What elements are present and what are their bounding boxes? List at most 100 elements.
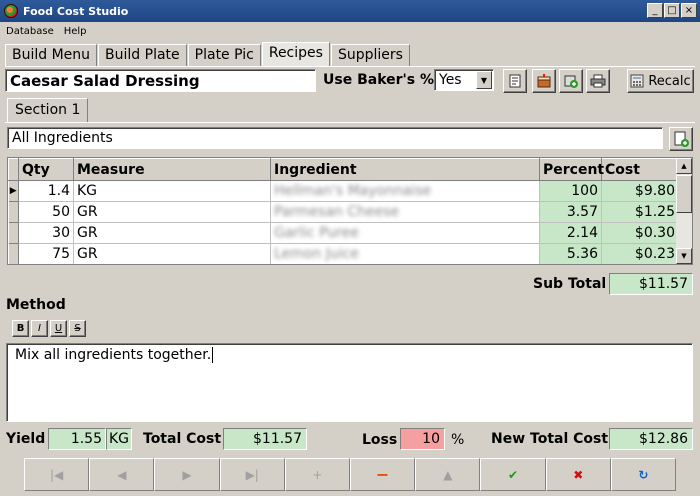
main-tabs: Build Menu Build Plate Plate Pic Recipes… [5,42,411,66]
app-logo-icon [4,4,18,18]
recipe-name-field[interactable]: Caesar Salad Dressing [5,69,316,92]
edit-record-button[interactable]: ▲ [415,458,481,491]
chevron-down-icon[interactable]: ▼ [476,71,492,89]
cost-cell[interactable]: $1.25 [601,201,679,223]
delete-record-button[interactable]: − [350,458,416,491]
prior-record-button[interactable]: ◀ [89,458,155,491]
ingredient-cell[interactable]: Hellman's Mayonnaise [270,180,540,202]
recalc-label: Recalc [648,73,691,89]
record-navigator: |◀ ◀ ▶ ▶| + − ▲ ✔ ✖ ↻ [24,458,677,491]
table-row[interactable]: 75 GR Lemon Juice 5.36 $0.23 [8,243,679,264]
column-header-percent[interactable]: Percent [539,158,604,181]
row-indicator [8,243,19,264]
italic-button[interactable]: I [31,320,48,337]
measure-cell[interactable]: GR [73,222,271,244]
scroll-up-icon[interactable]: ▲ [676,158,692,174]
measure-cell[interactable]: GR [73,201,271,223]
ingredient-name: Hellman's Mayonnaise [274,183,432,199]
cost-cell[interactable]: $0.23 [601,243,679,264]
qty-cell[interactable]: 30 [18,222,74,244]
ingredient-name: Garlic Puree [274,225,359,241]
cake-icon [537,74,551,88]
ingredient-cell[interactable]: Parmesan Cheese [270,201,540,223]
qty-cell[interactable]: 50 [18,201,74,223]
document-button[interactable] [503,69,527,93]
last-record-button[interactable]: ▶| [219,458,285,491]
table-row[interactable]: 50 GR Parmesan Cheese 3.57 $1.25 [8,201,679,223]
row-indicator-header [8,158,19,181]
ingredient-group-field[interactable]: All Ingredients [7,127,663,149]
underline-button[interactable]: U [50,320,67,337]
recalc-button[interactable]: Recalc [627,69,694,93]
minimize-button[interactable]: _ [647,3,663,18]
next-record-button[interactable]: ▶ [154,458,220,491]
method-text: Mix all ingredients together. [15,347,212,363]
strikethrough-button[interactable]: S [69,320,86,337]
menu-help[interactable]: Help [60,26,91,37]
maximize-button[interactable]: □ [664,3,680,18]
ingredient-cell[interactable]: Garlic Puree [270,222,540,244]
title-bar: Food Cost Studio _ □ × [0,0,700,22]
yield-value-field[interactable]: 1.55 [48,428,106,450]
add-ingredient-button[interactable] [669,127,693,151]
percent-cell[interactable]: 5.36 [539,243,602,264]
cost-cell[interactable]: $0.30 [601,222,679,244]
loss-value-field[interactable]: 10 [400,428,445,450]
yield-label: Yield [6,431,46,447]
percent-cell[interactable]: 3.57 [539,201,602,223]
window-controls: _ □ × [647,3,697,18]
add-document-icon [674,131,689,147]
insert-record-button[interactable]: + [284,458,351,491]
qty-cell[interactable]: 1.4 [18,180,74,202]
bakers-percent-select[interactable]: Yes ▼ [434,69,494,91]
text-cursor [212,347,214,363]
ingredients-grid: Qty Measure Ingredient Percent Cost ▶ 1.… [7,157,693,265]
refresh-data-button[interactable]: ↻ [610,458,677,491]
grid-scrollbar[interactable]: ▲ ▼ [676,158,692,264]
yield-unit-field[interactable]: KG [106,428,132,450]
recipe-card-button[interactable] [532,69,556,93]
tab-plate-pic[interactable]: Plate Pic [187,44,261,66]
post-edit-button[interactable]: ✔ [480,458,546,491]
cancel-edit-button[interactable]: ✖ [545,458,611,491]
first-record-button[interactable]: |◀ [24,458,90,491]
close-button[interactable]: × [681,3,697,18]
document-icon [509,74,521,88]
tab-section-1[interactable]: Section 1 [7,98,89,122]
print-button[interactable] [586,69,610,93]
ingredients-table: Qty Measure Ingredient Percent Cost ▶ 1.… [8,158,679,264]
new-total-cost-label: New Total Cost [491,431,609,447]
percent-cell[interactable]: 100 [539,180,602,202]
qty-cell[interactable]: 75 [18,243,74,264]
total-cost-value: $11.57 [223,428,307,450]
table-row[interactable]: 30 GR Garlic Puree 2.14 $0.30 [8,222,679,244]
tab-build-menu[interactable]: Build Menu [5,44,98,66]
percent-cell[interactable]: 2.14 [539,222,602,244]
cost-cell[interactable]: $9.80 [601,180,679,202]
shopping-icon [564,75,578,88]
method-text-area[interactable]: Mix all ingredients together. [6,343,693,422]
ingredient-cell[interactable]: Lemon Juice [270,243,540,264]
measure-cell[interactable]: GR [73,243,271,264]
format-toolbar: B I U S [12,320,86,337]
total-cost-label: Total Cost [143,431,222,447]
table-row[interactable]: ▶ 1.4 KG Hellman's Mayonnaise 100 $9.80 [8,180,679,202]
bakers-percent-value: Yes [439,72,462,88]
column-header-measure[interactable]: Measure [73,158,271,181]
column-header-ingredient[interactable]: Ingredient [270,158,540,181]
scroll-down-icon[interactable]: ▼ [676,248,692,264]
supplier-order-button[interactable] [559,69,583,93]
menu-database[interactable]: Database [2,26,58,37]
scroll-thumb[interactable] [676,175,692,213]
tab-recipes[interactable]: Recipes [261,42,330,66]
tab-divider [5,66,695,67]
column-header-qty[interactable]: Qty [18,158,74,181]
tab-suppliers[interactable]: Suppliers [330,44,410,66]
measure-cell[interactable]: KG [73,180,271,202]
new-total-cost-value: $12.86 [609,428,693,450]
bakers-percent-label: Use Baker's % [323,72,435,88]
tab-build-plate[interactable]: Build Plate [98,44,187,66]
subtotal-value: $11.57 [609,273,693,295]
bold-button[interactable]: B [12,320,29,337]
column-header-cost[interactable]: Cost [601,158,679,181]
